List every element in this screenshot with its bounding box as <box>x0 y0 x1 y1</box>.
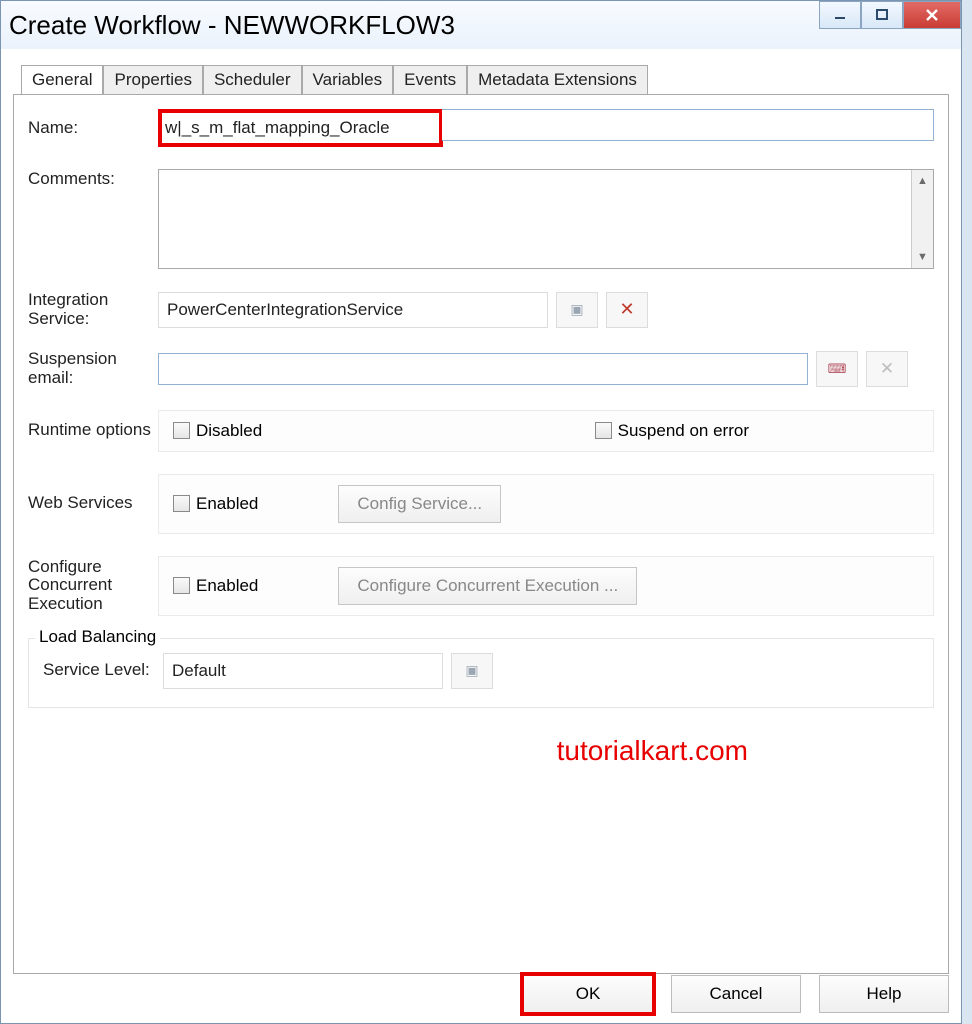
tab-variables[interactable]: Variables <box>302 65 394 94</box>
keyboard-icon: ⌨ <box>828 361 847 377</box>
title-bar: Create Workflow - NEWWORKFLOW3 <box>1 1 961 49</box>
close-button[interactable] <box>903 1 961 29</box>
tab-scheduler[interactable]: Scheduler <box>203 65 302 94</box>
suspend-checkbox[interactable] <box>595 422 612 439</box>
suspension-clear-button[interactable]: ✕ <box>866 351 908 387</box>
load-balancing-legend: Load Balancing <box>35 627 160 647</box>
disabled-checkbox-wrap[interactable]: Disabled <box>173 421 262 441</box>
suspend-label: Suspend on error <box>618 421 749 441</box>
comments-scrollbar[interactable]: ▲ ▼ <box>911 170 933 268</box>
x-icon: ✕ <box>619 299 634 320</box>
name-label: Name: <box>28 118 158 138</box>
suspension-label: Suspension email: <box>28 350 158 387</box>
service-level-value: Default <box>163 653 443 689</box>
load-balancing-fieldset: Load Balancing Service Level: Default ▣ <box>28 638 934 708</box>
dialog-window: Create Workflow - NEWWORKFLOW3 General P… <box>0 0 962 1024</box>
suspension-row: Suspension email: ⌨ ✕ <box>28 350 934 387</box>
cube-icon: ▣ <box>465 662 478 679</box>
minimize-button[interactable] <box>819 1 861 29</box>
scroll-up-icon[interactable]: ▲ <box>914 172 932 190</box>
web-enabled-label: Enabled <box>196 494 258 514</box>
name-input-wrap <box>158 109 934 147</box>
suspend-checkbox-wrap[interactable]: Suspend on error <box>595 421 749 441</box>
web-services-label: Web Services <box>28 494 158 513</box>
tab-events[interactable]: Events <box>393 65 467 94</box>
runtime-row: Runtime options Disabled Suspend on erro… <box>28 410 934 452</box>
help-button[interactable]: Help <box>819 975 949 1013</box>
comments-textarea[interactable]: ▲ ▼ <box>158 169 934 269</box>
browse-service-button[interactable]: ▣ <box>556 292 598 328</box>
name-highlight-box <box>158 109 443 147</box>
cce-enabled-checkbox[interactable] <box>173 577 190 594</box>
comments-row: Comments: ▲ ▼ <box>28 169 934 269</box>
disabled-checkbox[interactable] <box>173 422 190 439</box>
dialog-buttons: OK Cancel Help <box>523 975 949 1013</box>
cce-configure-button[interactable]: Configure Concurrent Execution ... <box>338 567 637 605</box>
name-row: Name: <box>28 109 934 147</box>
watermark-text: tutorialkart.com <box>557 735 748 767</box>
name-input[interactable] <box>165 115 435 141</box>
x-icon: ✕ <box>880 359 894 379</box>
web-enabled-checkbox-wrap[interactable]: Enabled <box>173 494 258 514</box>
tab-metadata[interactable]: Metadata Extensions <box>467 65 648 94</box>
service-level-row: Service Level: Default ▣ <box>43 653 919 689</box>
cce-row: Configure Concurrent Execution Enabled C… <box>28 556 934 616</box>
disabled-label: Disabled <box>196 421 262 441</box>
tab-general[interactable]: General <box>21 65 103 94</box>
web-enabled-checkbox[interactable] <box>173 495 190 512</box>
tab-panel-general: Name: Comments: ▲ ▼ <box>13 94 949 974</box>
cube-icon: ▣ <box>570 301 583 318</box>
clear-service-button[interactable]: ✕ <box>606 292 648 328</box>
scroll-down-icon[interactable]: ▼ <box>914 248 932 266</box>
cce-label: Configure Concurrent Execution <box>28 558 158 614</box>
integration-label: Integration Service: <box>28 291 158 328</box>
tab-row: General Properties Scheduler Variables E… <box>21 65 949 94</box>
cancel-button[interactable]: Cancel <box>671 975 801 1013</box>
cce-enabled-label: Enabled <box>196 576 258 596</box>
client-area: General Properties Scheduler Variables E… <box>1 49 961 986</box>
ok-button[interactable]: OK <box>523 975 653 1013</box>
window-controls <box>819 1 961 29</box>
maximize-button[interactable] <box>861 1 903 29</box>
suspension-email-input[interactable] <box>158 353 808 385</box>
config-service-button[interactable]: Config Service... <box>338 485 501 523</box>
tab-properties[interactable]: Properties <box>103 65 202 94</box>
integration-value: PowerCenterIntegrationService <box>158 292 548 328</box>
service-level-browse-button[interactable]: ▣ <box>451 653 493 689</box>
service-level-label: Service Level: <box>43 661 163 680</box>
name-input-extension[interactable] <box>442 109 934 141</box>
cce-enabled-checkbox-wrap[interactable]: Enabled <box>173 576 258 596</box>
comments-label: Comments: <box>28 169 158 189</box>
runtime-label: Runtime options <box>28 421 158 440</box>
suspension-browse-button[interactable]: ⌨ <box>816 351 858 387</box>
window-title: Create Workflow - NEWWORKFLOW3 <box>9 10 455 41</box>
integration-row: Integration Service: PowerCenterIntegrat… <box>28 291 934 328</box>
web-services-row: Web Services Enabled Config Service... <box>28 474 934 534</box>
